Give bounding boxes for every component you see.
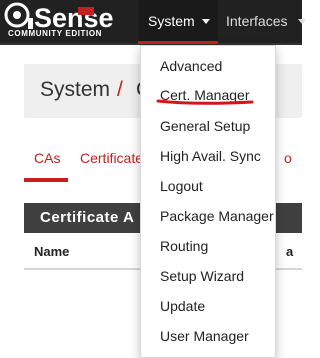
nav-interfaces-label: Interfaces bbox=[226, 13, 288, 29]
nav-active-indicator bbox=[138, 41, 218, 44]
tab-active-indicator bbox=[24, 178, 68, 182]
nav-system-menu[interactable]: System bbox=[138, 0, 218, 44]
tab-more-fragment[interactable]: o bbox=[284, 150, 292, 166]
breadcrumb-system[interactable]: System bbox=[40, 78, 110, 102]
menu-item-user-manager[interactable]: User Manager bbox=[160, 328, 249, 344]
tab-cas[interactable]: CAs bbox=[34, 150, 60, 166]
menu-item-setup-wizard[interactable]: Setup Wizard bbox=[160, 268, 244, 284]
caret-down-icon bbox=[298, 19, 306, 24]
menu-item-general-setup[interactable]: General Setup bbox=[160, 118, 250, 134]
logo-mark: Sense bbox=[4, 2, 114, 30]
annotation-underline bbox=[156, 99, 254, 105]
table-title: Certificate A bbox=[40, 209, 135, 226]
tab-certificates[interactable]: Certificate bbox=[80, 150, 143, 166]
menu-item-advanced[interactable]: Advanced bbox=[160, 58, 222, 74]
column-header-fragment[interactable]: a bbox=[286, 244, 293, 259]
menu-item-high-avail-sync[interactable]: High Avail. Sync bbox=[160, 148, 261, 164]
column-header-name[interactable]: Name bbox=[34, 244, 69, 259]
menu-item-update[interactable]: Update bbox=[160, 298, 205, 314]
caret-down-icon bbox=[202, 19, 210, 24]
nav-system-label: System bbox=[148, 13, 195, 29]
breadcrumb-separator: / bbox=[117, 78, 123, 101]
menu-item-package-manager[interactable]: Package Manager bbox=[160, 208, 274, 224]
menu-item-logout[interactable]: Logout bbox=[160, 178, 203, 194]
pfsense-logo[interactable]: Sense COMMUNITY EDITION bbox=[0, 0, 138, 44]
edition-label: COMMUNITY EDITION bbox=[8, 29, 103, 38]
nav-interfaces-menu[interactable]: Interfaces bbox=[218, 0, 306, 44]
menu-item-routing[interactable]: Routing bbox=[160, 238, 208, 254]
logo-wordmark: Sense bbox=[34, 3, 114, 30]
